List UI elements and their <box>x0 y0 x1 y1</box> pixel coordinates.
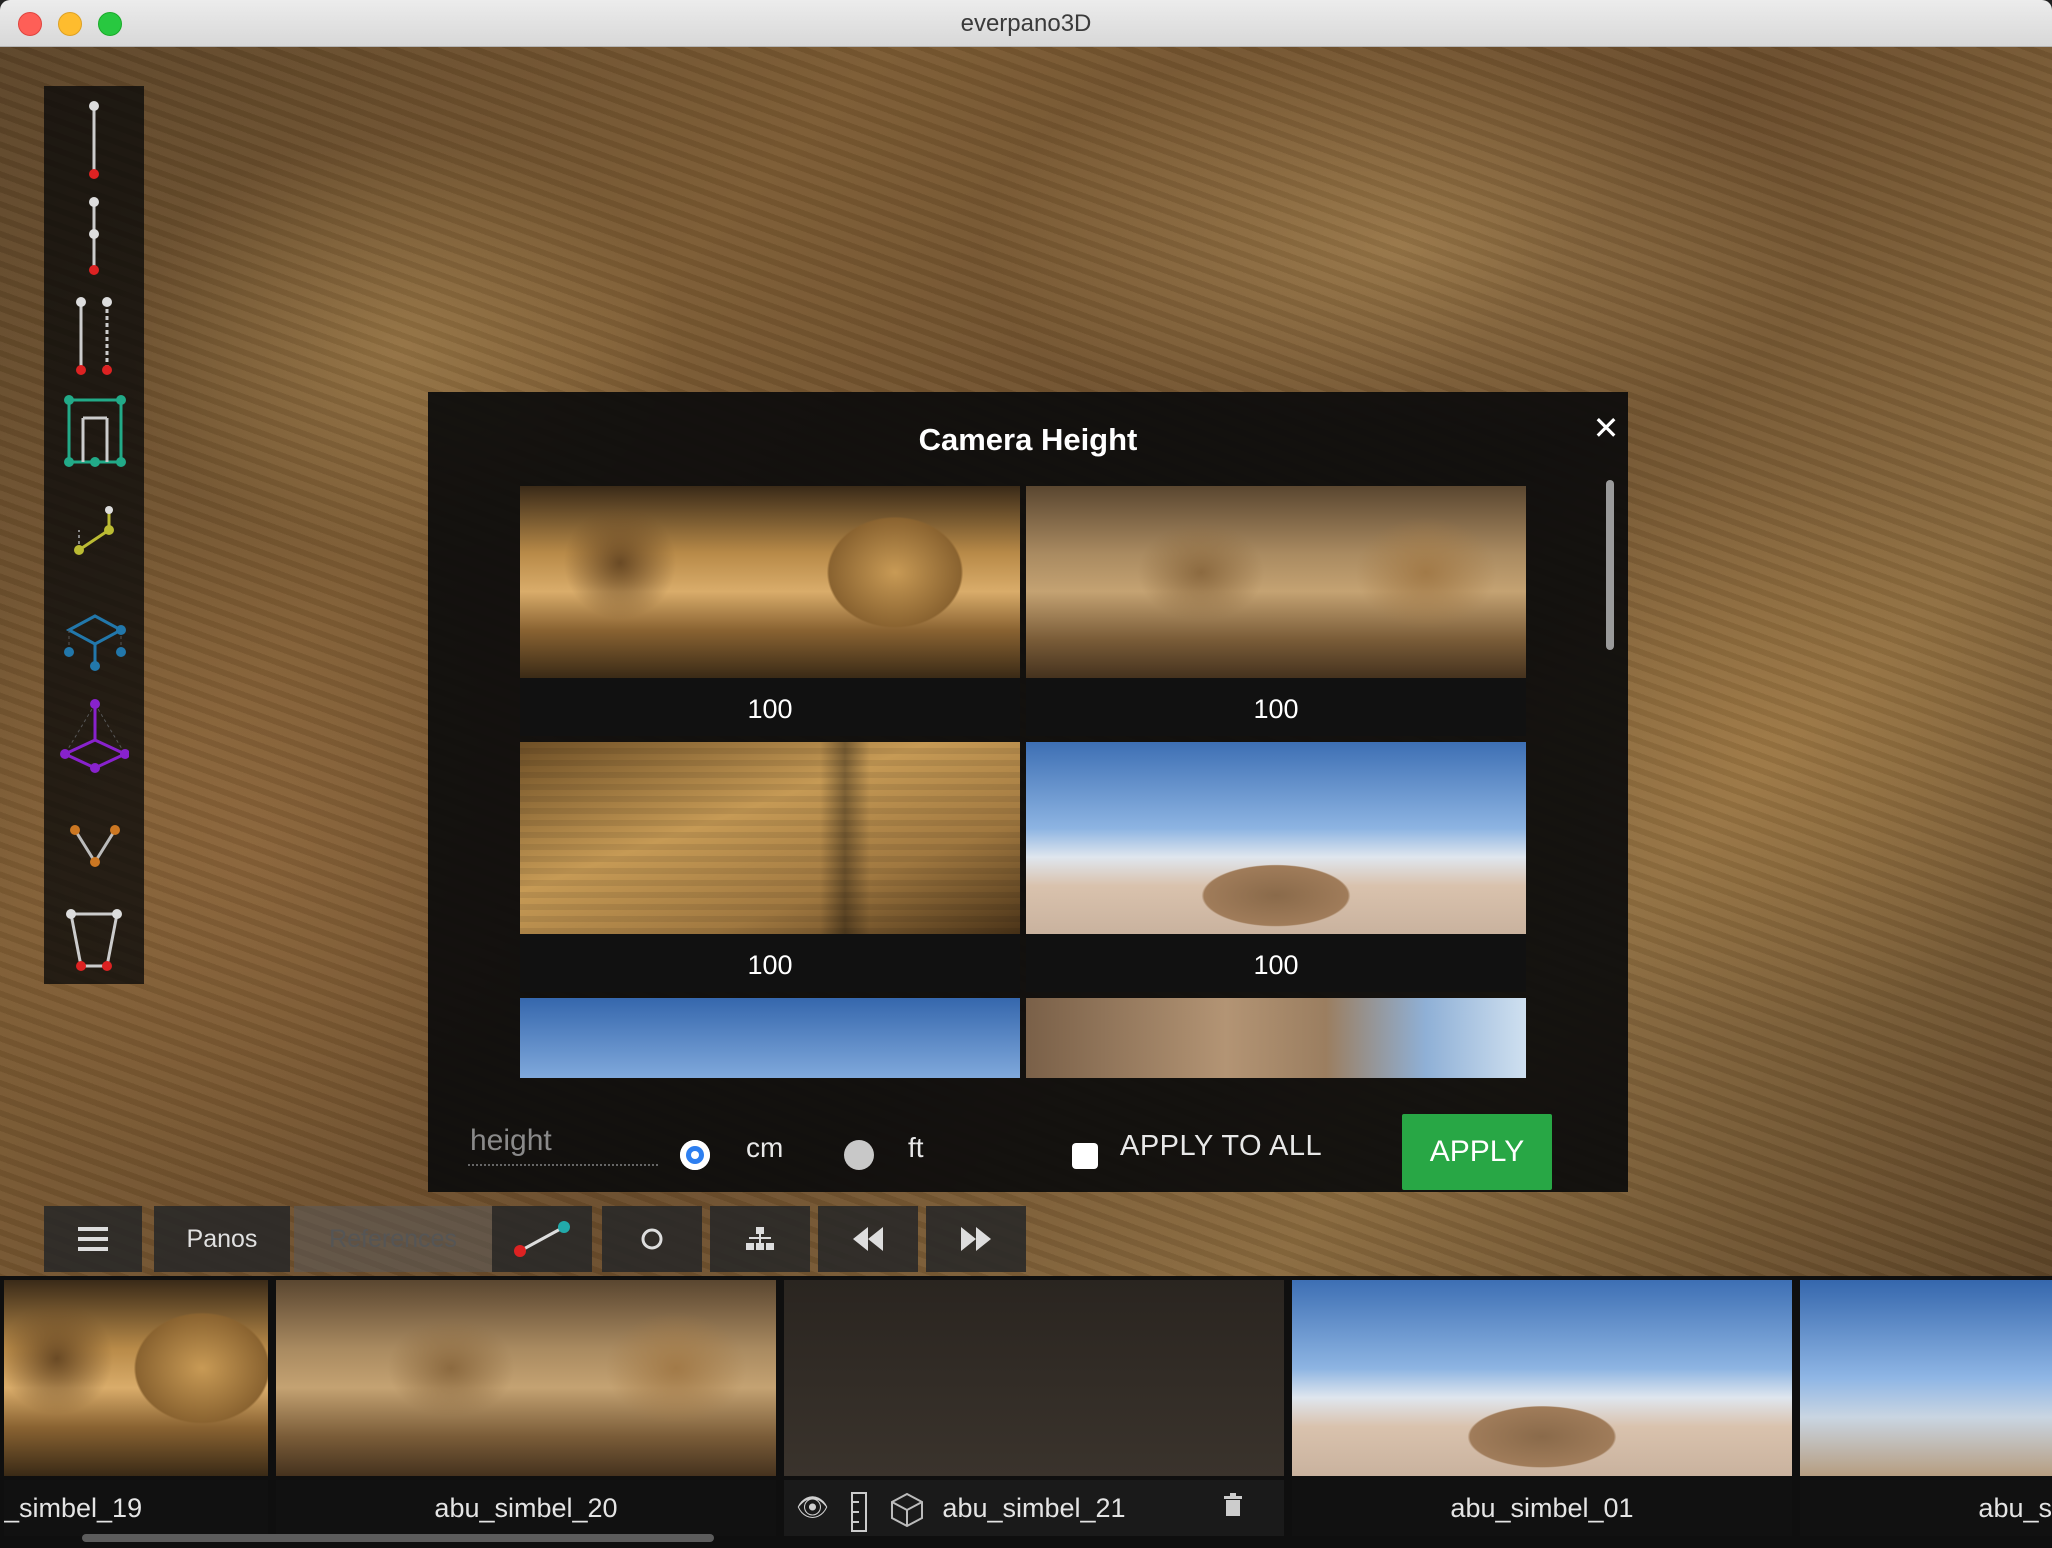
height-value: 100 <box>747 950 793 980</box>
ruler-icon[interactable] <box>850 1492 868 1539</box>
filmstrip-item[interactable]: _simbel_19 <box>4 1280 268 1540</box>
height-value: 100 <box>1253 694 1299 724</box>
app-window: everpano3D Camera Height ✕ 100 100 100 1… <box>0 0 2052 1548</box>
measure-line-icon[interactable] <box>492 1206 592 1272</box>
pano-thumbnail[interactable]: 100 <box>520 486 1020 736</box>
apply-to-all-label: APPLY TO ALL <box>1120 1130 1323 1162</box>
filmstrip-item[interactable]: abu_s <box>1800 1280 2052 1540</box>
window-title: everpano3D <box>960 10 1092 37</box>
pano-filmstrip: _simbel_19 abu_simbel_20 abu_simbel_21 👁… <box>0 1276 2052 1548</box>
pyramid-tool-icon[interactable] <box>44 686 144 782</box>
pano-name: _simbel_19 <box>4 1480 268 1536</box>
circle-icon[interactable] <box>602 1206 702 1272</box>
pano-image <box>520 742 1020 934</box>
vertical-segment-tool-icon[interactable] <box>44 186 144 282</box>
apply-to-all-checkbox[interactable] <box>1072 1143 1098 1169</box>
rewind-icon[interactable] <box>818 1206 918 1272</box>
pano-name: abu_simbel_20 <box>276 1480 776 1536</box>
plane-tool-icon[interactable] <box>44 486 144 582</box>
filmstrip-item-selected[interactable]: abu_simbel_21 👁 <box>784 1280 1284 1540</box>
pano-name: abu_simbel_01 <box>1292 1480 1792 1536</box>
grid-scrollbar[interactable] <box>1606 480 1614 650</box>
pano-thumbnail[interactable]: 100 <box>1026 742 1526 992</box>
pano-thumbnail[interactable]: 100 <box>520 742 1020 992</box>
close-icon[interactable]: ✕ <box>1590 412 1622 444</box>
vertical-line-tool-icon[interactable] <box>44 90 144 186</box>
pano-image <box>1026 486 1526 678</box>
floorplan-tool-icon[interactable] <box>44 386 144 482</box>
height-value: 100 <box>747 694 793 724</box>
filmstrip-item[interactable]: abu_simbel_01 <box>1292 1280 1792 1540</box>
thumbnail-grid[interactable]: 100 100 100 100 <box>520 486 1526 1078</box>
pano-image <box>520 998 1020 1078</box>
pano-image <box>520 486 1020 678</box>
filmstrip-scrollbar[interactable] <box>82 1534 714 1542</box>
title-bar: everpano3D <box>0 0 2052 47</box>
pano-image <box>1026 742 1526 934</box>
filmstrip-item[interactable]: abu_simbel_20 <box>276 1280 776 1540</box>
fast-forward-icon[interactable] <box>926 1206 1026 1272</box>
frustum-tool-icon[interactable] <box>44 886 144 982</box>
height-controls: cm ft APPLY TO ALL APPLY <box>428 1088 1628 1192</box>
pano-thumbnail[interactable] <box>520 998 1020 1078</box>
height-input[interactable] <box>468 1118 658 1166</box>
camera-height-dialog: Camera Height ✕ 100 100 100 100 height c… <box>428 392 1628 1192</box>
pano-image <box>784 1280 1284 1476</box>
pano-image <box>1026 998 1526 1078</box>
cube-icon[interactable] <box>890 1492 924 1535</box>
angle-tool-icon[interactable] <box>44 786 144 882</box>
dialog-title: Camera Height <box>918 422 1138 457</box>
apply-button[interactable]: APPLY <box>1402 1114 1552 1190</box>
unit-ft-label: ft <box>908 1132 924 1163</box>
height-value: 100 <box>1253 950 1299 980</box>
menu-icon[interactable] <box>44 1206 142 1272</box>
pano-name: abu_s <box>1800 1480 2052 1536</box>
unit-cm-label: cm <box>746 1132 784 1163</box>
tab-panos[interactable]: Panos <box>154 1206 290 1272</box>
eye-icon[interactable]: 👁 <box>796 1492 829 1523</box>
trash-icon[interactable] <box>1222 1492 1244 1525</box>
tab-references[interactable]: References <box>294 1206 492 1272</box>
pano-image <box>4 1280 268 1476</box>
pano-thumbnail[interactable] <box>1026 998 1526 1078</box>
unit-cm-radio[interactable] <box>680 1140 710 1170</box>
left-tool-panel <box>44 86 144 984</box>
pano-image <box>276 1280 776 1476</box>
pano-image <box>1800 1280 2052 1476</box>
parallel-lines-tool-icon[interactable] <box>44 286 144 382</box>
box-tool-icon[interactable] <box>44 586 144 682</box>
pano-image <box>1292 1280 1792 1476</box>
unit-ft-radio[interactable] <box>844 1140 874 1170</box>
pano-thumbnail[interactable]: 100 <box>1026 486 1526 736</box>
hierarchy-icon[interactable] <box>710 1206 810 1272</box>
